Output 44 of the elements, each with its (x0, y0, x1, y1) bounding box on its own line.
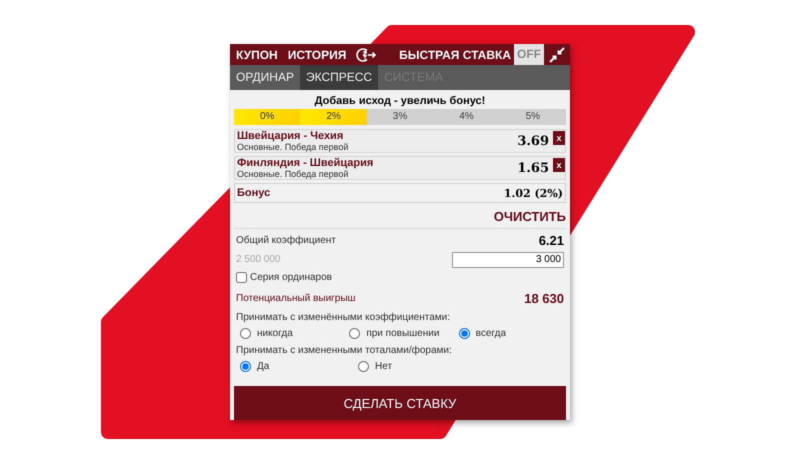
odds-value: 1.65 (517, 160, 549, 176)
event-name: Швейцария - Чехия (237, 130, 344, 142)
market-name: Основные. Победа первой (237, 142, 350, 152)
place-bet-button[interactable]: СДЕЛАТЬ СТАВКУ (234, 386, 566, 420)
radio-button[interactable] (358, 360, 369, 372)
bonus-step: 0% (234, 109, 300, 125)
radio-label: никогда (257, 328, 293, 338)
potential-win-value: 18 630 (524, 291, 564, 306)
max-stake: 2 500 000 (236, 254, 280, 265)
market-name: Основные. Победа первой (237, 169, 350, 179)
bonus-step: 5% (500, 109, 566, 125)
dollar-arrow-icon[interactable] (356, 46, 378, 62)
bonus-step: 3% (366, 109, 434, 125)
header-tab[interactable]: ИСТОРИЯ (288, 48, 346, 62)
question-label: Принимать с измененными тоталами/форами: (236, 344, 453, 358)
bet-type-tab[interactable]: ЭКСПРЕСС (300, 65, 378, 90)
event-name: Финляндия - Швейцария (237, 157, 374, 169)
quick-bet-label: БЫСТРАЯ СТАВКА (399, 48, 511, 62)
bonus-value: 1.02 (2%) (504, 186, 563, 200)
odds-value: 3.69 (517, 134, 549, 148)
bonus-step: 2% (300, 109, 367, 125)
radio-button[interactable] (240, 360, 251, 372)
radio-button[interactable] (458, 328, 470, 338)
radio-label: при повышении (366, 328, 440, 338)
remove-button[interactable]: x (553, 158, 565, 172)
bonus-hint: Добавь исход - увеличь бонус! (314, 94, 486, 108)
radio-label: всегда (476, 328, 506, 338)
remove-button[interactable]: x (553, 131, 565, 145)
series-label: Серия ординаров (250, 272, 332, 282)
stake-field[interactable]: 3 000 (452, 252, 564, 268)
radio-label: Нет (375, 360, 392, 372)
bet-type-tab[interactable]: ОРДИНАР (230, 65, 300, 90)
header-tab[interactable]: КУПОН (236, 48, 278, 62)
clear-link[interactable]: ОЧИСТИТЬ (494, 209, 566, 224)
bonus-step: 4% (433, 109, 500, 125)
bonus-label: Бонус (237, 187, 270, 199)
question-label: Принимать с изменёнными коэффициентами: (236, 311, 452, 325)
total-odds-value: 6.21 (538, 233, 564, 248)
total-odds-label: Общий коэффициент (236, 235, 336, 246)
series-checkbox[interactable] (236, 272, 247, 282)
radio-label: Да (257, 360, 270, 372)
potential-win-label: Потенциальный выигрыш (236, 293, 356, 304)
radio-button[interactable] (349, 328, 360, 338)
radio-button[interactable] (240, 328, 251, 338)
